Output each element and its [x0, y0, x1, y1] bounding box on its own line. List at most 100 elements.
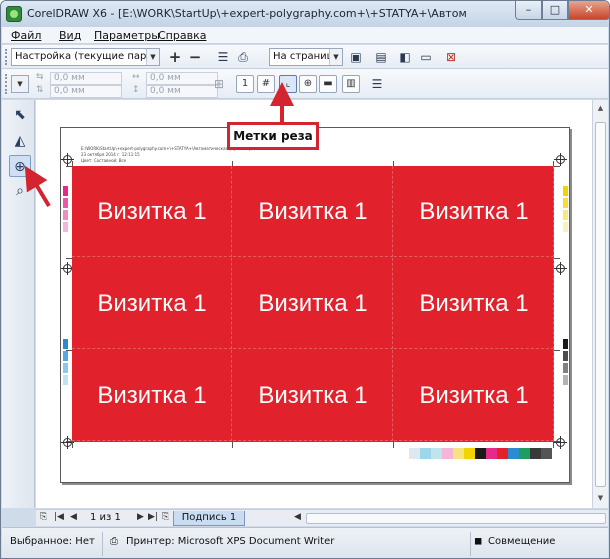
window-title: CorelDRAW X6 - [E:\WORK\StartUp\+expert-…	[27, 7, 467, 20]
print-icon[interactable]: ⎙	[234, 48, 252, 66]
business-card-label: Визитка 1	[258, 382, 368, 409]
crop-mark	[232, 442, 233, 448]
color-bar-magenta	[63, 198, 68, 208]
print-options-icon[interactable]: ☰	[214, 48, 232, 66]
business-card-label: Визитка 1	[97, 382, 207, 409]
color-bar-yellow	[563, 198, 568, 208]
color-bar-yellow	[563, 222, 568, 232]
print-info-line: Цвет: Составной: Все	[81, 158, 127, 163]
width-field[interactable]: ↔ 0,0 мм	[132, 72, 222, 86]
registration-mark-icon	[61, 153, 74, 166]
pick-tool-icon[interactable]: ⬉	[9, 104, 31, 126]
selection-status: Выбранное: Нет	[10, 536, 95, 547]
imposition-tool-icon[interactable]: ◭	[9, 130, 31, 152]
lock-ratio-icon[interactable]: ⊞	[210, 75, 228, 93]
business-card-label: Визитка 1	[419, 382, 529, 409]
crop-mark	[554, 258, 560, 259]
calibration-swatch	[497, 448, 508, 459]
densitometer-button[interactable]: ▥	[342, 75, 360, 93]
vertical-scrollbar[interactable]: ▲ ▼	[592, 100, 608, 508]
maximize-button[interactable]: □	[542, 1, 568, 20]
separations-icon[interactable]: ▤	[372, 48, 390, 66]
color-bar-black	[563, 351, 568, 361]
color-bars-button[interactable]: ▬	[319, 75, 337, 93]
crop-mark	[554, 166, 560, 167]
menu-bar: Файл Вид Параметры Справка	[2, 27, 608, 44]
scroll-up-icon[interactable]: ▲	[595, 104, 606, 112]
zoom-select[interactable]: На страницу ▼	[269, 48, 343, 66]
registration-mark-icon	[554, 153, 567, 166]
last-page-icon[interactable]: ▶|	[148, 512, 158, 522]
overprint-icon: ◼	[474, 536, 483, 547]
color-bar-yellow	[563, 210, 568, 220]
business-card-label: Визитка 1	[97, 198, 207, 225]
title-bar: CorelDRAW X6 - [E:\WORK\StartUp\+expert-…	[1, 1, 609, 27]
scroll-left-icon[interactable]: ◀	[294, 512, 301, 522]
color-bar-cyan	[63, 375, 68, 385]
add-preset-icon[interactable]: +	[166, 48, 184, 66]
grid-layout-button[interactable]: #	[257, 75, 275, 93]
calibration-swatch	[541, 448, 552, 459]
chevron-down-icon: ▼	[12, 76, 28, 92]
menu-file[interactable]: Файл	[11, 29, 41, 42]
page-navigator: ⎘ |◀ ◀ 1 из 1 ▶ ▶| ⎘ Подпись 1 ◀	[36, 509, 608, 526]
full-screen-icon[interactable]: ▣	[347, 48, 365, 66]
scroll-thumb[interactable]	[595, 122, 606, 487]
crop-marks-button[interactable]: ⌞	[279, 75, 297, 93]
printer-status: Принтер: Microsoft XPS Document Writer	[126, 536, 335, 547]
menu-help[interactable]: Справка	[158, 29, 206, 42]
business-card-label: Визитка 1	[97, 290, 207, 317]
color-bar-magenta	[63, 210, 68, 220]
print-preset-select[interactable]: Настройка (текущие параметр... ▼	[11, 48, 160, 66]
calibration-swatch	[475, 448, 486, 459]
business-card-label: Визитка 1	[419, 198, 529, 225]
registration-marks-button[interactable]: ⊕	[299, 75, 317, 93]
print-preview-window: CorelDRAW X6 - [E:\WORK\StartUp\+expert-…	[0, 0, 610, 559]
business-card: Визитка 1	[72, 350, 232, 441]
page-position-select[interactable]: ▼	[11, 75, 29, 93]
menu-settings[interactable]: Параметры	[94, 29, 160, 42]
minimize-button[interactable]: –	[515, 1, 542, 20]
crop-mark	[554, 441, 560, 442]
invert-icon[interactable]: ◧	[396, 48, 414, 66]
height-field[interactable]: ↕ 0,0 мм	[132, 85, 222, 99]
next-page-icon[interactable]: ▶	[137, 512, 144, 522]
business-card-sheet: Визитка 1 Визитка 1 Визитка 1 Визитка 1 …	[72, 166, 554, 442]
mirror-icon[interactable]: ▭	[417, 48, 435, 66]
page-layout-button[interactable]: 1	[236, 75, 254, 93]
calibration-swatch	[442, 448, 453, 459]
menu-view[interactable]: Вид	[59, 29, 81, 42]
business-card: Визитка 1	[233, 350, 393, 441]
page-tab[interactable]: Подпись 1	[173, 511, 245, 526]
crop-mark	[554, 350, 560, 351]
close-button[interactable]: ✕	[568, 1, 609, 20]
calibration-swatch	[486, 448, 497, 459]
page-options-icon[interactable]: ⎘	[40, 512, 47, 522]
add-page-icon[interactable]: ⎘	[162, 512, 169, 522]
registration-mark-icon	[61, 262, 74, 275]
main-toolbar: Настройка (текущие параметр... ▼ + − ☰ ⎙…	[2, 45, 608, 69]
horizontal-scrollbar[interactable]	[306, 513, 606, 524]
print-info-icon[interactable]: ☰	[368, 75, 386, 93]
scroll-down-icon[interactable]: ▼	[595, 494, 606, 502]
remove-preset-icon[interactable]: −	[186, 48, 204, 66]
registration-mark-icon	[554, 436, 567, 449]
toolbar-grip[interactable]	[5, 74, 8, 94]
registration-mark-icon	[61, 436, 74, 449]
x-position-value: 0,0 мм	[50, 72, 122, 85]
toolbar-grip[interactable]	[5, 49, 8, 65]
business-card-label: Визитка 1	[419, 290, 529, 317]
height-value: 0,0 мм	[146, 85, 218, 98]
property-bar: ▼ ⇆ 0,0 мм ⇅ 0,0 мм ↔ 0,0 мм ↕ 0,0 мм ⊞ …	[2, 69, 608, 99]
x-position-icon: ⇆	[36, 72, 44, 82]
x-position-field[interactable]: ⇆ 0,0 мм	[36, 72, 126, 86]
marks-placement-tool-icon[interactable]: ⊕	[9, 155, 31, 177]
prev-page-icon[interactable]: ◀	[70, 512, 77, 522]
y-position-field[interactable]: ⇅ 0,0 мм	[36, 85, 126, 99]
business-card: Визитка 1	[72, 166, 232, 257]
first-page-icon[interactable]: |◀	[54, 512, 64, 522]
close-preview-icon[interactable]: ⊠	[442, 48, 460, 66]
zoom-tool-icon[interactable]: ⌕	[9, 180, 31, 202]
business-card-label: Визитка 1	[258, 198, 368, 225]
color-bar-black	[563, 375, 568, 385]
